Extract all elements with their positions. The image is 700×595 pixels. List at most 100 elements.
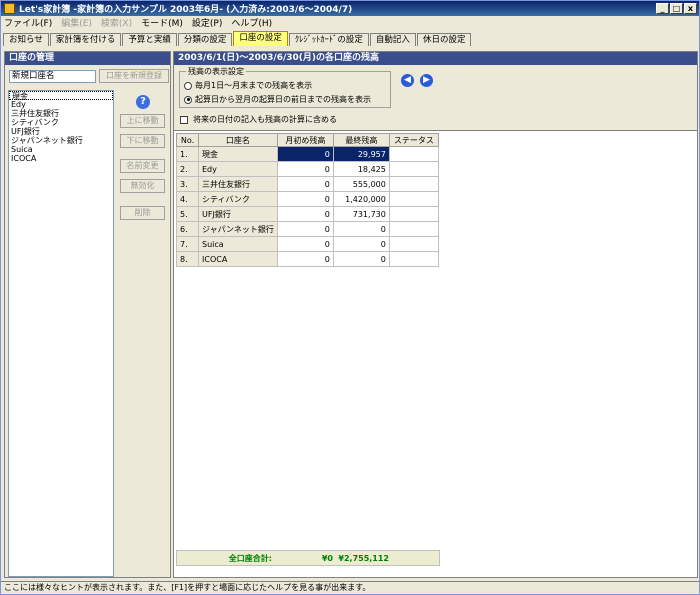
row-no: 6.: [176, 221, 199, 237]
row-end-balance[interactable]: 0: [332, 236, 390, 252]
row-start-balance[interactable]: 0: [276, 176, 334, 192]
row-account-name: UFJ銀行: [198, 206, 278, 222]
radio-button[interactable]: [184, 81, 192, 90]
app-window: Let's家計簿 -家計簿の入力サンプル 2003年6月- (入力済み:2003…: [0, 0, 700, 595]
row-no: 7.: [176, 236, 199, 252]
table-row[interactable]: 4. シティバンク 0 1,420,000: [176, 191, 439, 207]
list-item[interactable]: 現金: [9, 91, 113, 101]
radio-settlement[interactable]: 起算日から翌月の起算日の前日までの残高を表示: [184, 94, 371, 105]
app-icon: [4, 3, 15, 14]
row-start-balance[interactable]: 0: [276, 236, 334, 252]
move-down-button[interactable]: 下に移動: [120, 134, 165, 148]
list-item[interactable]: Suica: [9, 145, 113, 154]
list-item[interactable]: Edy: [9, 100, 113, 109]
list-item[interactable]: ジャパンネット銀行: [9, 136, 113, 145]
window-title: Let's家計簿 -家計簿の入力サンプル 2003年6月- (入力済み:2003…: [19, 5, 353, 15]
row-end-balance[interactable]: 0: [332, 251, 390, 267]
delete-button[interactable]: 削除: [120, 206, 165, 220]
tab-news[interactable]: お知らせ: [3, 33, 49, 46]
minimize-button[interactable]: _: [656, 3, 669, 14]
row-end-balance[interactable]: 731,730: [332, 206, 390, 222]
menu-edit[interactable]: 編集(E): [61, 16, 92, 29]
table-row[interactable]: 1. 現金 0 29,957: [176, 146, 439, 162]
tab-categories[interactable]: 分類の設定: [177, 33, 233, 46]
list-item[interactable]: 三井住友銀行: [9, 109, 113, 118]
include-future-checkbox[interactable]: 将来の日付の記入も残高の計算に含める: [180, 114, 337, 125]
menu-settings[interactable]: 設定(P): [192, 16, 222, 29]
checkbox[interactable]: [180, 115, 188, 124]
row-start-balance[interactable]: 0: [276, 251, 334, 267]
row-account-name: Suica: [198, 236, 278, 252]
table-row[interactable]: 7. Suica 0 0: [176, 236, 439, 252]
row-status: [388, 206, 439, 222]
balance-display-settings: 残高の表示設定 毎月1日～月末までの残高を表示 起算日から翌月の起算日の前日まで…: [179, 66, 391, 108]
row-account-name: シティバンク: [198, 191, 278, 207]
balance-table: No. 口座名 月初め残高 最終残高 ステータス 1. 現金 0 29,957: [176, 133, 439, 267]
radio-button-checked[interactable]: [184, 95, 192, 104]
col-no[interactable]: No.: [176, 133, 199, 147]
list-item[interactable]: UFJ銀行: [9, 127, 113, 136]
row-end-balance[interactable]: 1,420,000: [332, 191, 390, 207]
row-start-balance[interactable]: 0: [276, 206, 334, 222]
list-item[interactable]: ICOCA: [9, 154, 113, 163]
new-account-name-input[interactable]: 新規口座名: [9, 70, 96, 83]
tab-auto-entry[interactable]: 自動記入: [369, 33, 416, 46]
table-row[interactable]: 6. ジャパンネット銀行 0 0: [176, 221, 439, 237]
register-account-button[interactable]: 口座を新規登録: [99, 69, 169, 83]
radio-monthly[interactable]: 毎月1日～月末までの残高を表示: [184, 80, 312, 91]
tab-journal[interactable]: 家計簿を付ける: [49, 33, 122, 46]
col-account-name[interactable]: 口座名: [198, 133, 278, 147]
prev-month-icon[interactable]: ◀: [401, 74, 414, 87]
row-no: 5.: [176, 206, 199, 222]
row-end-balance[interactable]: 555,000: [332, 176, 390, 192]
row-no: 8.: [176, 251, 199, 267]
disable-button[interactable]: 無効化: [120, 179, 165, 193]
row-end-balance[interactable]: 18,425: [332, 161, 390, 177]
table-row[interactable]: 8. ICOCA 0 0: [176, 251, 439, 267]
row-start-balance[interactable]: 0: [276, 221, 334, 237]
total-label: 全口座合計:: [228, 553, 272, 563]
row-status: [388, 221, 439, 237]
maximize-button[interactable]: □: [670, 3, 683, 14]
tab-bar: お知らせ 家計簿を付ける 予算と実績 分類の設定 口座の設定 ｸﾚｼﾞｯﾄｶｰﾄ…: [3, 31, 699, 46]
row-status: [388, 251, 439, 267]
row-end-balance[interactable]: 29,957: [332, 146, 390, 162]
menu-bar: ファイル(F) 編集(E) 検索(X) モード(M) 設定(P) ヘルプ(H): [1, 16, 699, 29]
window-controls: _ □ x: [656, 3, 697, 14]
tab-budget[interactable]: 予算と実績: [122, 33, 177, 46]
table-row[interactable]: 3. 三井住友銀行 0 555,000: [176, 176, 439, 192]
row-status: [388, 146, 439, 162]
close-button[interactable]: x: [684, 3, 697, 14]
table-row[interactable]: 5. UFJ銀行 0 731,730: [176, 206, 439, 222]
rename-button[interactable]: 名前変更: [120, 159, 165, 173]
table-row[interactable]: 2. Edy 0 18,425: [176, 161, 439, 177]
list-item[interactable]: シティバンク: [9, 118, 113, 127]
menu-file[interactable]: ファイル(F): [4, 16, 52, 29]
tab-accounts[interactable]: 口座の設定: [233, 31, 288, 46]
account-management-header: 口座の管理: [5, 52, 170, 65]
status-bar: ここには様々なヒントが表示されます。また、[F1]を押すと場面に応じたヘルプを見…: [1, 581, 699, 594]
menu-mode[interactable]: モード(M): [141, 16, 183, 29]
next-month-icon[interactable]: ▶: [420, 74, 433, 87]
help-icon[interactable]: ?: [136, 95, 150, 109]
account-management-panel: 口座の管理 新規口座名 口座を新規登録 現金 Edy 三井住友銀行 シティバンク…: [4, 51, 171, 578]
col-end-balance[interactable]: 最終残高: [332, 133, 390, 147]
row-no: 4.: [176, 191, 199, 207]
row-start-balance[interactable]: 0: [276, 146, 334, 162]
row-start-balance[interactable]: 0: [276, 161, 334, 177]
move-up-button[interactable]: 上に移動: [120, 114, 165, 128]
row-end-balance[interactable]: 0: [332, 221, 390, 237]
menu-search[interactable]: 検索(X): [101, 16, 132, 29]
include-future-label: 将来の日付の記入も残高の計算に含める: [193, 115, 337, 124]
row-account-name: 三井住友銀行: [198, 176, 278, 192]
row-no: 3.: [176, 176, 199, 192]
col-status[interactable]: ステータス: [388, 133, 439, 147]
menu-help[interactable]: ヘルプ(H): [231, 16, 272, 29]
row-start-balance[interactable]: 0: [276, 191, 334, 207]
tab-credit-cards[interactable]: ｸﾚｼﾞｯﾄｶｰﾄﾞの設定: [288, 33, 369, 46]
title-bar[interactable]: Let's家計簿 -家計簿の入力サンプル 2003年6月- (入力済み:2003…: [1, 1, 699, 16]
account-list[interactable]: 現金 Edy 三井住友銀行 シティバンク UFJ銀行 ジャパンネット銀行 Sui…: [8, 90, 114, 577]
col-start-balance[interactable]: 月初め残高: [276, 133, 334, 147]
tab-holidays[interactable]: 休日の設定: [416, 33, 472, 46]
table-header-row: No. 口座名 月初め残高 最終残高 ステータス: [176, 133, 439, 147]
